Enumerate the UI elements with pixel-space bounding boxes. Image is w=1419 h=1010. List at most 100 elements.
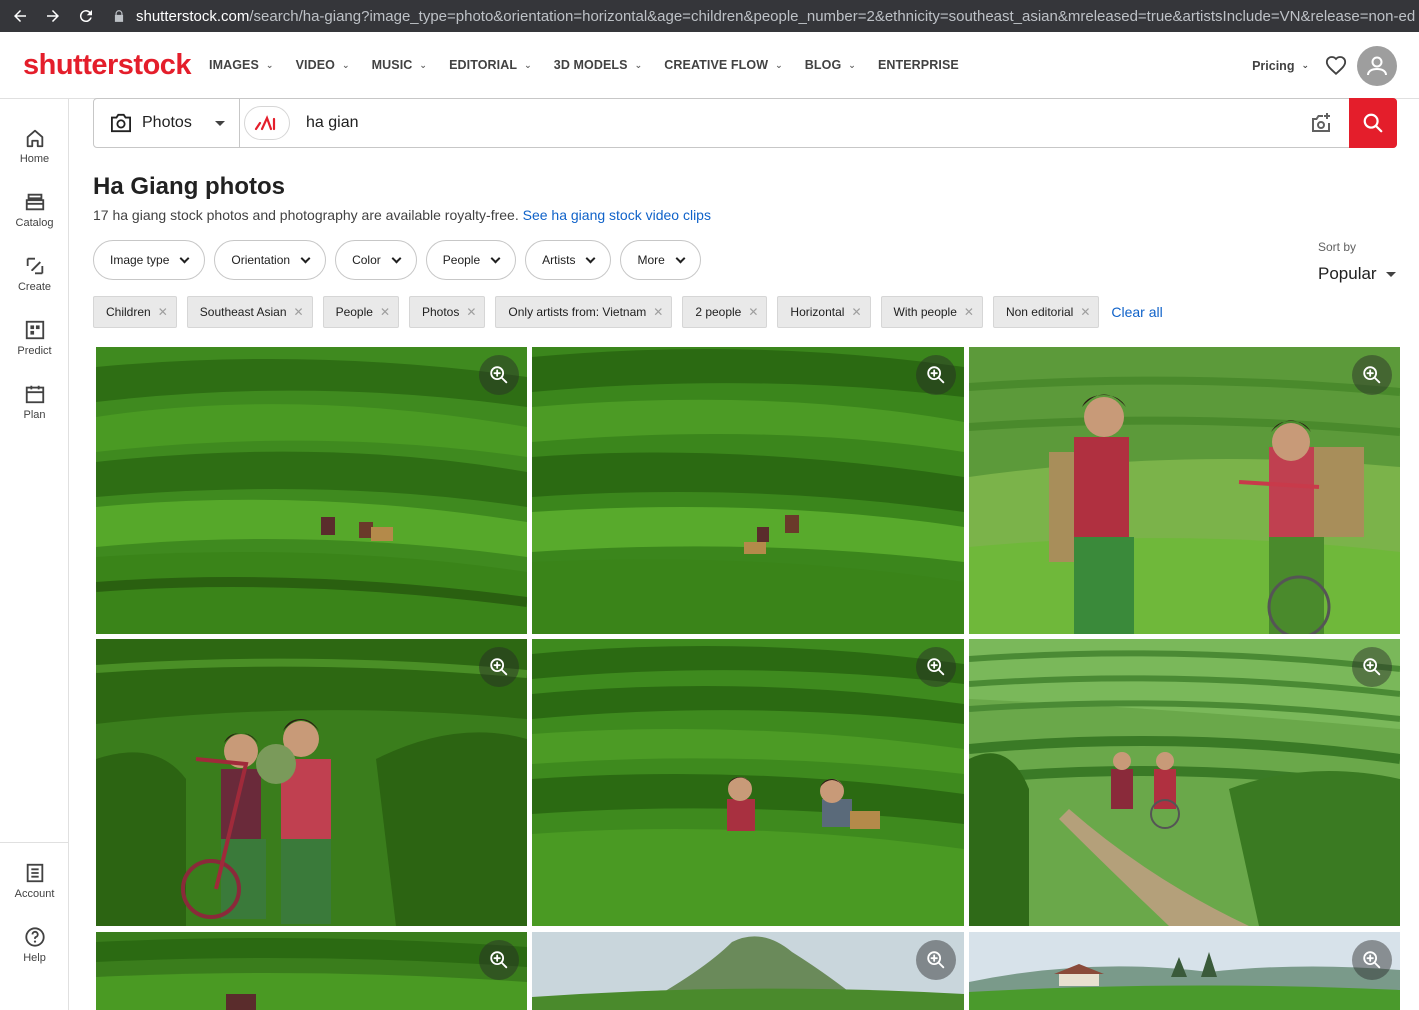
close-icon[interactable]: ✕ (466, 305, 476, 319)
result-image[interactable] (532, 347, 964, 634)
rail-item-create[interactable]: Create (0, 255, 69, 293)
user-icon (1367, 56, 1387, 75)
forward-icon[interactable] (41, 4, 65, 28)
rail-item-account[interactable]: Account (0, 862, 69, 900)
chip-southeast-asian[interactable]: Southeast Asian ✕ (186, 296, 313, 328)
close-icon[interactable]: ✕ (964, 305, 974, 319)
chip-2-people[interactable]: 2 people ✕ (682, 296, 768, 328)
address-bar[interactable]: shutterstock.com/search/ha-giang?image_t… (112, 0, 1419, 32)
close-icon[interactable]: ✕ (851, 305, 861, 319)
close-icon[interactable]: ✕ (380, 305, 390, 319)
back-icon[interactable] (8, 4, 32, 28)
rail-item-help[interactable]: Help (0, 926, 69, 964)
nav-music[interactable]: MUSIC ⌄ (372, 58, 427, 72)
tea-field-photo (532, 639, 964, 926)
nav-video[interactable]: VIDEO ⌄ (296, 58, 350, 72)
filter-people[interactable]: People (425, 240, 517, 280)
filter-color[interactable]: Color (335, 240, 417, 280)
close-icon[interactable]: ✕ (294, 305, 304, 319)
caret-down-icon (1385, 271, 1396, 277)
zoom-in-icon (1363, 366, 1381, 384)
rail-item-catalog[interactable]: Catalog (0, 191, 69, 229)
zoom-button[interactable] (1352, 647, 1392, 687)
zoom-button[interactable] (916, 355, 956, 395)
chevron-down-icon: ⌄ (634, 59, 643, 70)
catalog-icon (25, 193, 44, 211)
video-clips-link[interactable]: See ha giang stock video clips (523, 207, 711, 223)
chip-horizontal[interactable]: Horizontal ✕ (777, 296, 871, 328)
heart-icon[interactable] (1325, 55, 1347, 77)
filter-orientation[interactable]: Orientation (214, 240, 327, 280)
result-image[interactable] (96, 932, 527, 1010)
zoom-in-icon (1363, 951, 1381, 969)
chip-photos[interactable]: Photos ✕ (409, 296, 486, 328)
avatar[interactable] (1357, 45, 1397, 86)
nav-blog[interactable]: BLOG ⌄ (805, 58, 856, 72)
zoom-button[interactable] (479, 647, 519, 687)
zoom-button[interactable] (1352, 940, 1392, 980)
nav-3d-models[interactable]: 3D MODELS ⌄ (554, 58, 642, 72)
chevron-down-icon: ⌄ (775, 59, 783, 70)
zoom-in-icon (1363, 658, 1381, 676)
filter-more[interactable]: More (620, 240, 701, 280)
reload-icon[interactable] (74, 4, 98, 28)
shutterstock-logo[interactable]: shutterstock (23, 49, 192, 82)
nav-images[interactable]: IMAGES ⌄ (209, 58, 274, 72)
chevron-down-icon (675, 253, 686, 263)
close-icon[interactable]: ✕ (1080, 305, 1090, 319)
results-summary: 17 ha giang stock photos and photography… (93, 207, 711, 223)
result-image[interactable] (969, 347, 1400, 634)
tea-hills-path-photo (969, 639, 1400, 926)
site-header: shutterstock IMAGES ⌄ VIDEO ⌄ MUSIC ⌄ EDITO… (0, 32, 1419, 99)
rail-item-plan[interactable]: Plan (0, 383, 69, 421)
ai-logo-icon (254, 115, 276, 131)
result-image[interactable] (532, 932, 964, 1010)
result-image[interactable] (969, 639, 1400, 926)
search-icon (1363, 113, 1383, 133)
nav-editorial[interactable]: EDITORIAL ⌄ (449, 58, 532, 72)
chevron-down-icon: ⌄ (1301, 60, 1309, 70)
nav-creative-flow[interactable]: CREATIVE FLOW ⌄ (664, 58, 783, 72)
zoom-in-icon (490, 951, 508, 969)
result-image[interactable] (969, 932, 1400, 1010)
rail-item-predict[interactable]: Predict (0, 319, 69, 357)
filter-artists[interactable]: Artists (525, 240, 612, 280)
chevron-down-icon (586, 253, 596, 263)
chip-with-people[interactable]: With people ✕ (880, 296, 983, 328)
chevron-down-icon: ⌄ (341, 59, 350, 70)
search-input[interactable] (306, 114, 1309, 132)
media-type-select[interactable]: Photos (94, 99, 240, 147)
pricing-menu[interactable]: Pricing ⌄ (1252, 59, 1309, 73)
chip-children[interactable]: Children ✕ (93, 296, 177, 328)
search-button[interactable] (1349, 98, 1397, 148)
image-search-icon[interactable] (1309, 111, 1333, 135)
zoom-in-icon (927, 658, 945, 676)
result-image[interactable] (96, 347, 527, 634)
chip-non-editorial[interactable]: Non editorial ✕ (992, 296, 1100, 328)
close-icon[interactable]: ✕ (653, 305, 663, 319)
chevron-down-icon: ⌄ (419, 59, 428, 70)
zoom-button[interactable] (1352, 355, 1392, 395)
chevron-down-icon: ⌄ (848, 59, 856, 70)
close-icon[interactable]: ✕ (748, 305, 758, 319)
filter-image-type[interactable]: Image type (93, 240, 206, 280)
clear-all-link[interactable]: Clear all (1111, 304, 1162, 320)
chip-people[interactable]: People ✕ (322, 296, 399, 328)
nav-enterprise[interactable]: ENTERPRISE (878, 58, 959, 72)
zoom-button[interactable] (479, 355, 519, 395)
ai-search-toggle[interactable] (244, 106, 290, 140)
calendar-icon (25, 385, 44, 404)
predict-icon (25, 320, 44, 340)
zoom-button[interactable] (916, 940, 956, 980)
zoom-button[interactable] (916, 647, 956, 687)
chip-only-artists-vietnam[interactable]: Only artists from: Vietnam ✕ (495, 296, 673, 328)
sort-by-select[interactable]: Popular (1318, 264, 1396, 284)
result-image[interactable] (96, 639, 527, 926)
tea-hills-village-photo (969, 932, 1400, 1010)
close-icon[interactable]: ✕ (158, 305, 168, 319)
rail-divider (0, 842, 69, 843)
result-image[interactable] (532, 639, 964, 926)
rail-item-home[interactable]: Home (0, 127, 69, 165)
chevron-down-icon: ⌄ (524, 59, 532, 70)
zoom-button[interactable] (479, 940, 519, 980)
